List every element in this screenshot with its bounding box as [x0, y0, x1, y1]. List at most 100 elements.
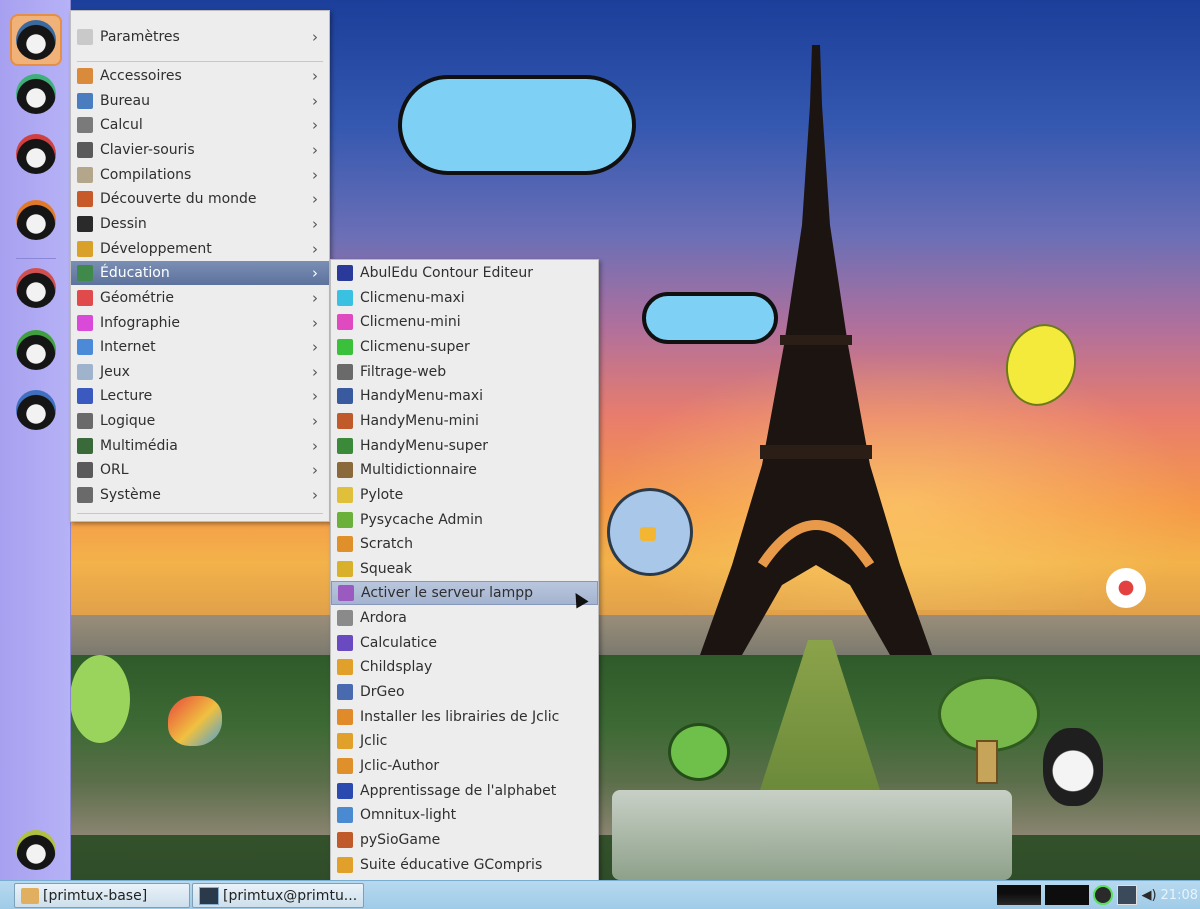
submenu-item-abuledu-contour-editeur[interactable]: AbulEdu Contour Editeur	[331, 261, 598, 285]
launcher-session-poeme-button[interactable]	[12, 826, 60, 874]
submenu-item-apprentissage-de-l-alphabet[interactable]: Apprentissage de l'alphabet	[331, 779, 598, 803]
chevron-right-icon: ›	[312, 461, 318, 480]
menu-item-clavier-souris[interactable]: Clavier-souris ›	[71, 138, 329, 162]
menu-item-accessoires[interactable]: Accessoires ›	[71, 64, 329, 88]
jeux-icon	[77, 363, 93, 380]
submenu-item-label: Multidictionnaire	[360, 462, 477, 479]
menu-item-decouverte-du-monde[interactable]: Découverte du monde ›	[71, 187, 329, 211]
cpu-monitor-icon[interactable]	[997, 885, 1042, 905]
handymenu-mini-icon	[337, 412, 353, 429]
menu-item-label: Compilations	[100, 166, 192, 183]
menu-item-logique[interactable]: Logique ›	[71, 409, 329, 433]
launcher-session-mini-button[interactable]	[12, 264, 60, 312]
submenu-item-jclic[interactable]: Jclic	[331, 729, 598, 753]
menu-item-label: Développement	[100, 240, 212, 257]
launcher-session-maxi-button[interactable]	[12, 386, 60, 434]
menu-item-label: Accessoires	[100, 68, 182, 84]
menu-item-jeux[interactable]: Jeux ›	[71, 360, 329, 384]
multimedia-icon	[77, 437, 93, 454]
submenu-item-pylote[interactable]: Pylote	[331, 483, 598, 507]
submenu-item-childsplay[interactable]: Childsplay	[331, 655, 598, 679]
education-submenu: AbulEdu Contour Editeur Clicmenu-maxi Clic…	[330, 259, 599, 881]
clicmenu-super-icon	[337, 338, 353, 355]
task-label: [primtux-base]	[43, 887, 148, 904]
geometrie-icon	[77, 289, 93, 306]
submenu-item-calculatice[interactable]: Calculatice	[331, 631, 598, 655]
submenu-item-multidictionnaire[interactable]: Multidictionnaire	[331, 458, 598, 482]
submenu-item-pysycache-admin[interactable]: Pysycache Admin	[331, 508, 598, 532]
menu-item-systeme[interactable]: Système ›	[71, 483, 329, 507]
menu-item-internet[interactable]: Internet ›	[71, 335, 329, 359]
menu-item-label: Système	[100, 487, 161, 504]
memory-monitor-icon[interactable]	[1045, 885, 1090, 905]
menu-item-dessin[interactable]: Dessin ›	[71, 212, 329, 236]
menu-item-compilations[interactable]: Compilations ›	[71, 163, 329, 187]
submenu-item-suite-educative-gcompris[interactable]: Suite éducative GCompris	[331, 853, 598, 877]
jclic-icon	[337, 733, 353, 750]
taskbar-task-terminal[interactable]: [primtux@primtu...	[192, 883, 364, 908]
menu-item-geometrie[interactable]: Géométrie ›	[71, 286, 329, 310]
menu-item-parametres[interactable]: Paramètres ›	[71, 25, 329, 49]
launcher-session-super-button[interactable]	[12, 326, 60, 374]
launcher-firefox-button[interactable]	[12, 196, 60, 244]
submenu-item-scratch[interactable]: Scratch	[331, 532, 598, 556]
submenu-item-omnitux-light[interactable]: Omnitux-light	[331, 803, 598, 827]
squeak-icon	[337, 560, 353, 577]
menu-separator	[77, 513, 323, 514]
menu-item-label: Éducation	[100, 265, 170, 282]
submenu-item-label: Installer les librairies de Jclic	[360, 708, 560, 725]
clock[interactable]: 21:08	[1161, 888, 1198, 903]
logique-icon	[77, 413, 93, 430]
menu-item-infographie[interactable]: Infographie ›	[71, 311, 329, 335]
clicmenu-maxi-icon	[337, 289, 353, 306]
bird-icon	[607, 488, 693, 576]
submenu-item-installer-les-librairies-de-jclic[interactable]: Installer les librairies de Jclic	[331, 705, 598, 729]
volume-icon[interactable]: ◀)	[1141, 888, 1156, 903]
network-icon[interactable]	[1093, 885, 1114, 905]
menu-item-calcul[interactable]: Calcul ›	[71, 113, 329, 137]
submenu-item-label: Jclic-Author	[360, 758, 440, 774]
submenu-item-handymenu-super[interactable]: HandyMenu-super	[331, 434, 598, 458]
submenu-item-label: HandyMenu-maxi	[360, 388, 484, 405]
submenu-item-ardora[interactable]: Ardora	[331, 606, 598, 630]
menu-item-multimedia[interactable]: Multimédia ›	[71, 434, 329, 458]
submenu-item-label: Calculatice	[360, 634, 437, 651]
submenu-item-pysiogame[interactable]: pySioGame	[331, 828, 598, 852]
menu-item-label: Infographie	[100, 314, 180, 331]
menu-item-education[interactable]: Éducation ›	[71, 261, 329, 286]
submenu-item-clicmenu-mini[interactable]: Clicmenu-mini	[331, 310, 598, 334]
session-maxi-icon	[16, 390, 56, 430]
submenu-item-drgeo[interactable]: DrGeo	[331, 680, 598, 704]
submenu-item-activer-le-serveur-lampp[interactable]: Activer le serveur lampp	[331, 581, 598, 606]
menu-item-developpement[interactable]: Développement ›	[71, 237, 329, 261]
launcher-primtux-settings-button[interactable]	[12, 70, 60, 118]
ardora-icon	[337, 610, 353, 627]
menu-item-lecture[interactable]: Lecture ›	[71, 384, 329, 408]
launcher-menu-penguin-button[interactable]	[10, 14, 62, 66]
menu-item-label: Multimédia	[100, 437, 178, 454]
pylote-icon	[337, 486, 353, 503]
menu-item-orl[interactable]: ORL ›	[71, 458, 329, 482]
chevron-right-icon: ›	[312, 190, 318, 209]
menu-item-label: Paramètres	[100, 29, 180, 45]
submenu-item-squeak[interactable]: Squeak	[331, 557, 598, 581]
edit-tool-icon[interactable]	[1117, 885, 1138, 905]
parrot-app-icon	[16, 134, 56, 174]
submenu-item-jclic-author[interactable]: Jclic-Author	[331, 754, 598, 778]
submenu-item-clicmenu-super[interactable]: Clicmenu-super	[331, 335, 598, 359]
cloud-decoration	[642, 292, 778, 344]
submenu-item-filtrage-web[interactable]: Filtrage-web	[331, 360, 598, 384]
submenu-item-label: Pysycache Admin	[360, 511, 483, 528]
submenu-item-handymenu-maxi[interactable]: HandyMenu-maxi	[331, 384, 598, 408]
launcher-parrot-app-button[interactable]	[12, 130, 60, 178]
internet-icon	[77, 339, 93, 356]
submenu-item-label: HandyMenu-super	[360, 437, 489, 454]
abuledu-contour-editeur-icon	[337, 265, 353, 281]
education-icon	[77, 265, 93, 282]
menu-item-label: ORL	[100, 462, 129, 479]
submenu-item-handymenu-mini[interactable]: HandyMenu-mini	[331, 409, 598, 433]
taskbar-task-file-manager[interactable]: [primtux-base]	[14, 883, 190, 908]
submenu-item-clicmenu-maxi[interactable]: Clicmenu-maxi	[331, 286, 598, 310]
submenu-item-label: Pylote	[360, 486, 404, 503]
menu-item-bureau[interactable]: Bureau ›	[71, 89, 329, 113]
